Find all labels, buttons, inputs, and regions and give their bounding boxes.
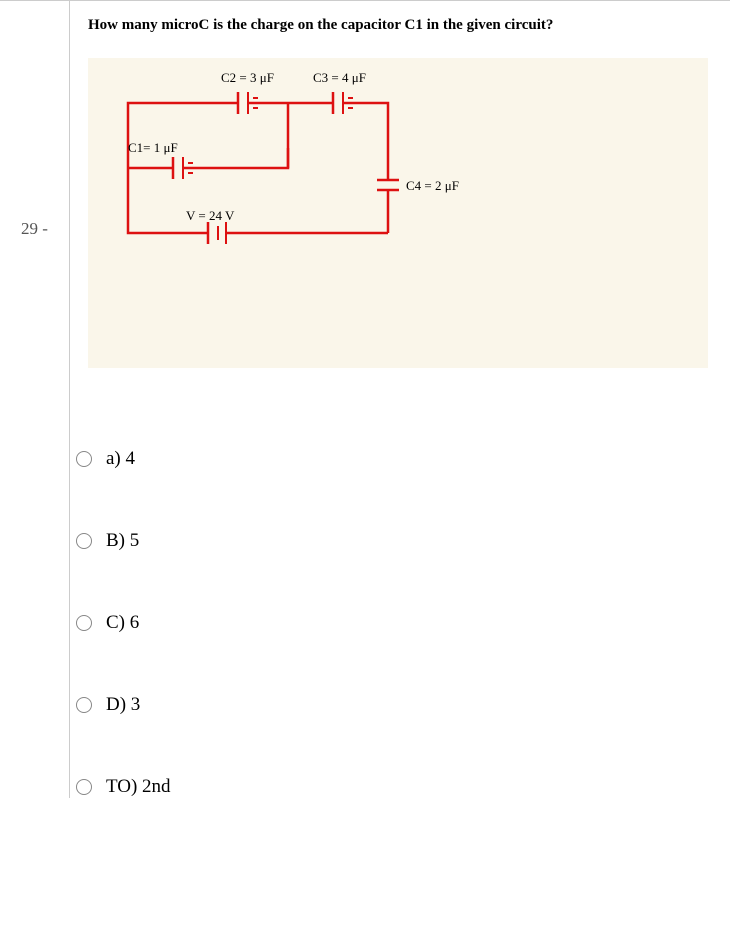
option-c[interactable]: C) 6 bbox=[70, 582, 730, 664]
option-label: C) 6 bbox=[106, 612, 139, 634]
option-d[interactable]: D) 3 bbox=[70, 664, 730, 746]
label-v: V = 24 V bbox=[186, 208, 234, 224]
label-c2: C2 = 3 μF bbox=[221, 70, 274, 86]
label-c1: C1= 1 μF bbox=[128, 140, 178, 156]
radio-icon[interactable] bbox=[76, 451, 92, 467]
option-b[interactable]: B) 5 bbox=[70, 500, 730, 582]
question-number-column: 29 - bbox=[0, 1, 70, 798]
question-number: 29 - bbox=[21, 219, 48, 238]
label-c3: C3 = 4 μF bbox=[313, 70, 366, 86]
question-container: 29 - How many microC is the charge on th… bbox=[0, 0, 730, 798]
radio-icon[interactable] bbox=[76, 615, 92, 631]
option-a[interactable]: a) 4 bbox=[70, 418, 730, 500]
radio-icon[interactable] bbox=[76, 533, 92, 549]
content-column: How many microC is the charge on the cap… bbox=[70, 1, 730, 798]
radio-icon[interactable] bbox=[76, 697, 92, 713]
radio-icon[interactable] bbox=[76, 779, 92, 795]
option-to[interactable]: TO) 2nd bbox=[70, 746, 730, 798]
label-c4: C4 = 2 μF bbox=[406, 178, 459, 194]
option-label: B) 5 bbox=[106, 530, 139, 552]
question-text: How many microC is the charge on the cap… bbox=[70, 1, 730, 48]
circuit-diagram: C1= 1 μF C2 = 3 μF C3 = 4 μF C4 = 2 μF V… bbox=[88, 58, 708, 368]
option-label: TO) 2nd bbox=[106, 776, 171, 798]
option-label: D) 3 bbox=[106, 694, 140, 716]
option-label: a) 4 bbox=[106, 448, 135, 470]
options-list: a) 4 B) 5 C) 6 D) 3 TO) 2nd bbox=[70, 378, 730, 798]
